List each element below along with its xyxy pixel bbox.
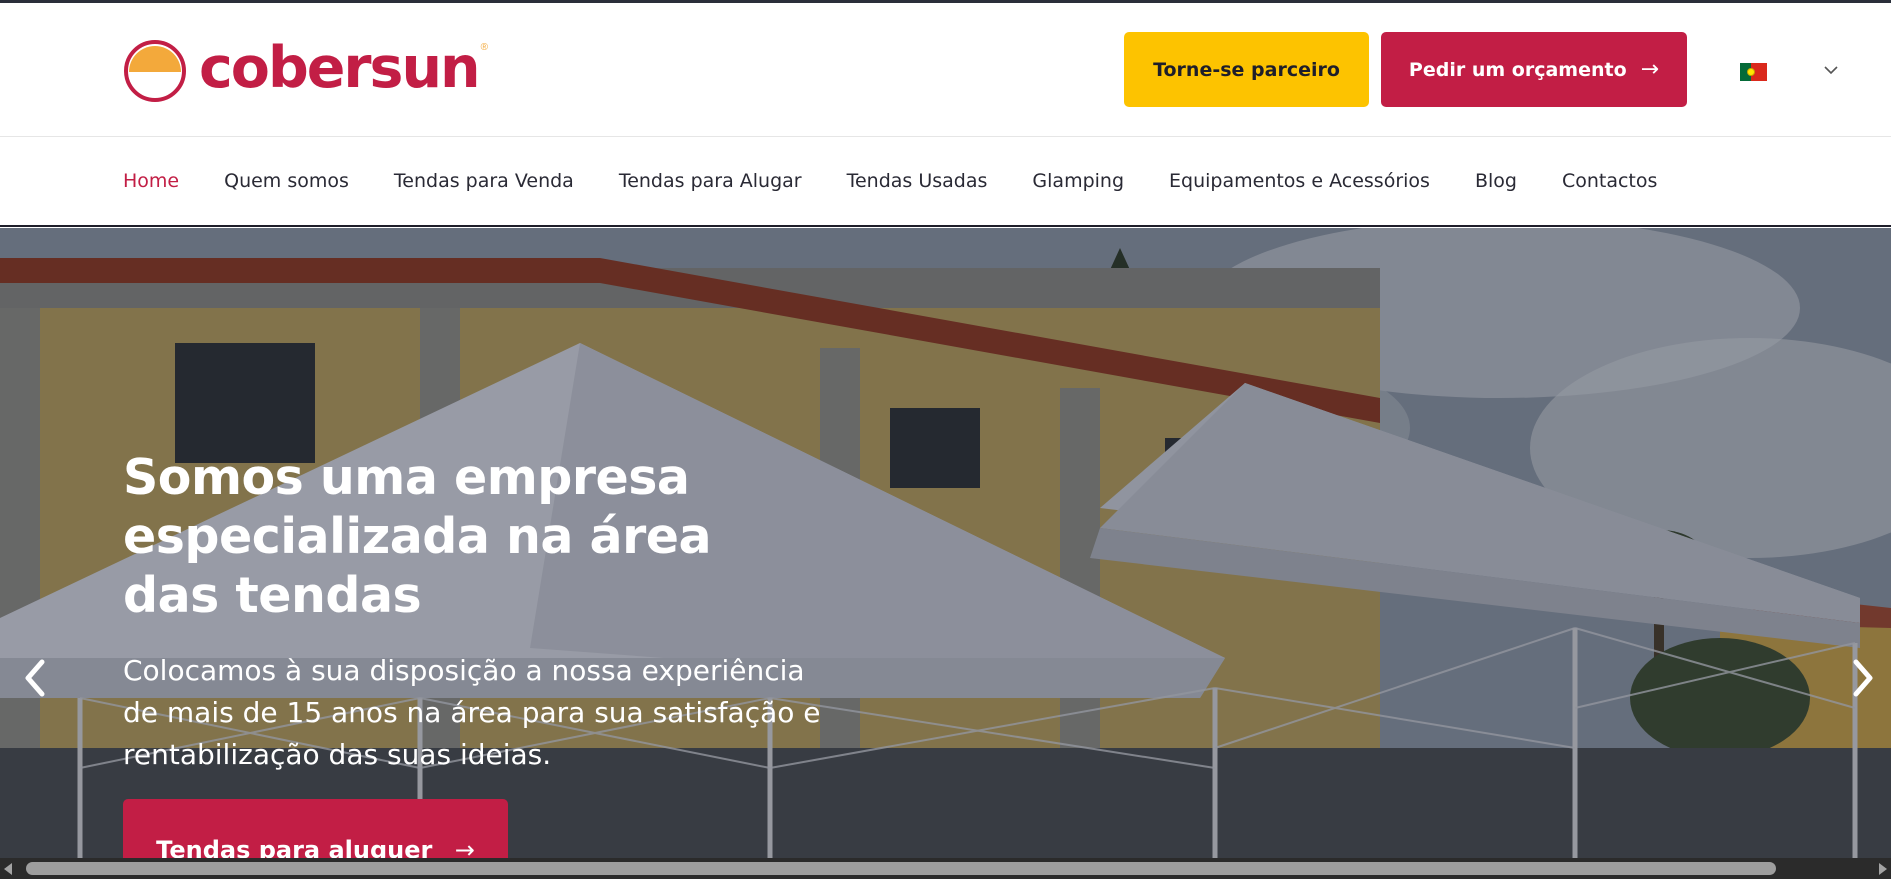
request-quote-button[interactable]: Pedir um orçamento → <box>1381 32 1687 107</box>
scroll-left-icon[interactable] <box>4 863 12 875</box>
rent-tents-label: Tendas para aluguer <box>156 836 433 858</box>
language-selector[interactable] <box>1740 63 1767 81</box>
main-nav: Home Quem somos Tendas para Venda Tendas… <box>0 138 1891 227</box>
hero-title: Somos uma empresa especializada na área … <box>123 449 712 624</box>
logo-wordmark: cobersun <box>199 34 481 101</box>
chevron-down-icon[interactable] <box>1822 63 1840 77</box>
hero-subtitle: Colocamos à sua disposição a nossa exper… <box>123 654 821 771</box>
arrow-right-icon: → <box>454 836 475 858</box>
horizontal-scrollbar[interactable] <box>0 858 1891 879</box>
rent-tents-button[interactable]: Tendas para aluguer → <box>123 799 508 858</box>
registered-mark: ® <box>480 41 488 53</box>
sun-half-icon <box>124 40 186 102</box>
request-quote-label: Pedir um orçamento <box>1408 58 1627 81</box>
chevron-left-icon[interactable] <box>20 656 50 700</box>
nav-item-contactos[interactable]: Contactos <box>1562 170 1657 192</box>
become-partner-label: Torne-se parceiro <box>1153 58 1340 81</box>
nav-item-blog[interactable]: Blog <box>1475 170 1517 192</box>
nav-item-tendas-usadas[interactable]: Tendas Usadas <box>847 170 988 192</box>
chevron-right-icon[interactable] <box>1848 656 1878 700</box>
become-partner-button[interactable]: Torne-se parceiro <box>1124 32 1369 107</box>
nav-item-equipamentos[interactable]: Equipamentos e Acessórios <box>1169 170 1430 192</box>
nav-item-tendas-alugar[interactable]: Tendas para Alugar <box>619 170 802 192</box>
nav-item-quem-somos[interactable]: Quem somos <box>224 170 349 192</box>
nav-item-glamping[interactable]: Glamping <box>1032 170 1124 192</box>
arrow-right-icon: → <box>1640 57 1660 82</box>
scroll-right-icon[interactable] <box>1879 863 1887 875</box>
site-header: cobersun ® Torne-se parceiro Pedir um or… <box>0 3 1891 137</box>
nav-item-tendas-venda[interactable]: Tendas para Venda <box>394 170 574 192</box>
hero-slider: Somos uma empresa especializada na área … <box>0 228 1891 858</box>
nav-item-home[interactable]: Home <box>123 170 179 192</box>
scrollbar-thumb[interactable] <box>26 862 1776 875</box>
portugal-flag-icon <box>1740 63 1767 81</box>
logo[interactable]: cobersun ® <box>123 34 488 106</box>
